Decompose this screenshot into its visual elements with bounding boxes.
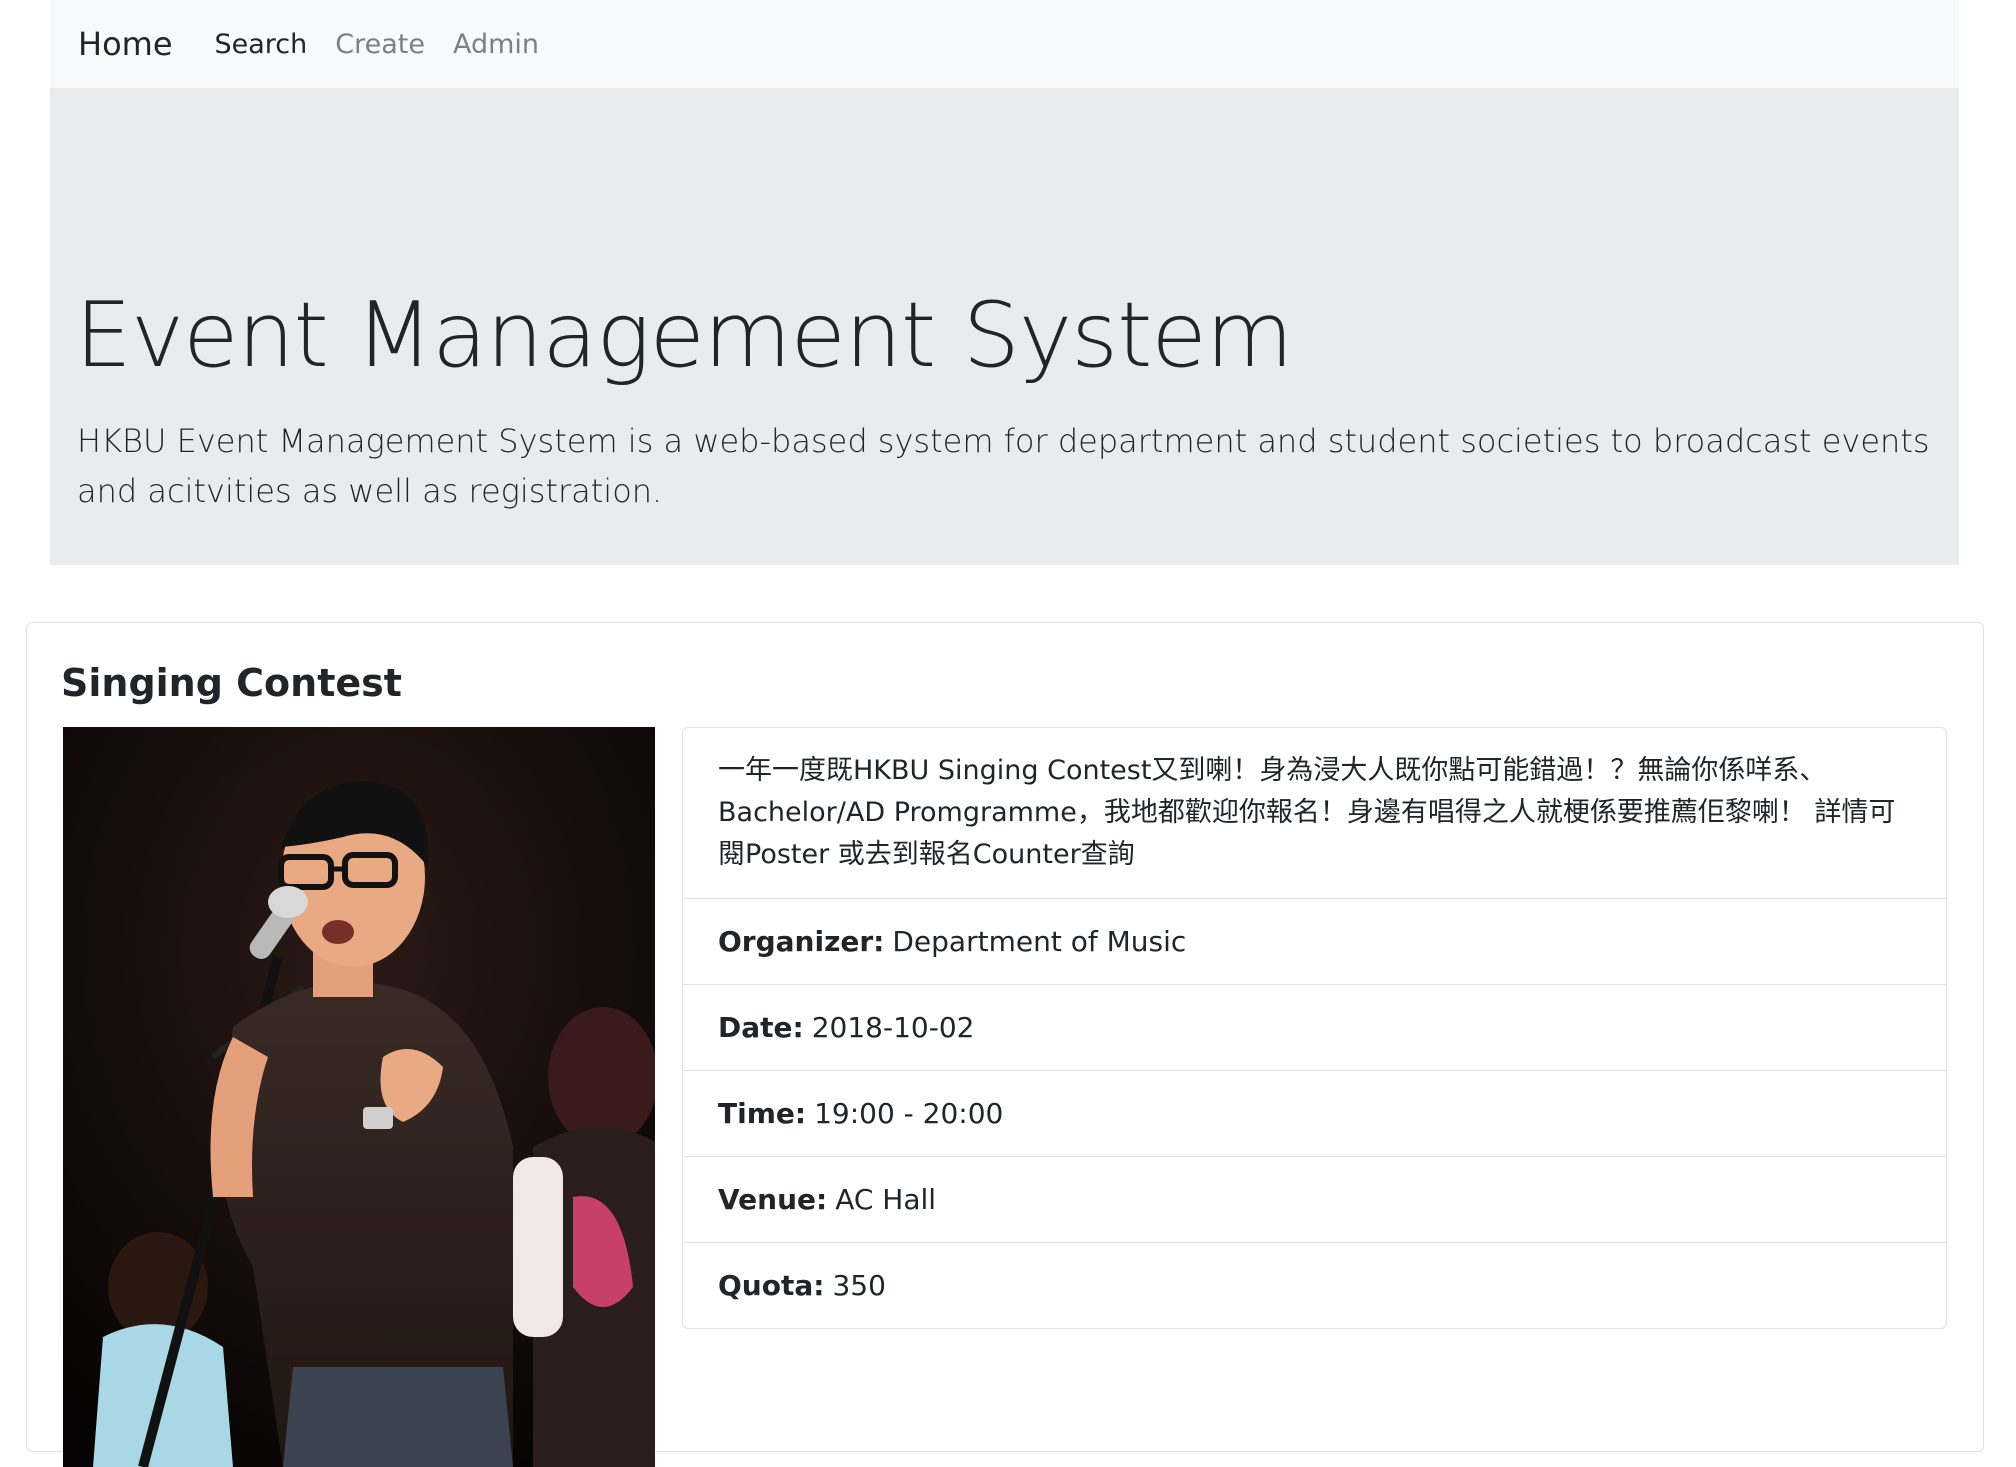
organizer-value: Department of Music xyxy=(892,925,1187,958)
venue-value: AC Hall xyxy=(835,1183,937,1216)
page-lead-text: HKBU Event Management System is a web-ba… xyxy=(77,422,1930,510)
singer-photo-illustration xyxy=(63,727,655,1467)
venue-label: Venue: xyxy=(718,1183,828,1216)
page-title: Event Management System xyxy=(75,283,1293,388)
organizer-label: Organizer: xyxy=(718,925,885,958)
event-card: Singing Contest 一年一度既HKBU Singing Contes… xyxy=(26,622,1984,1467)
jumbotron: Event Management System HKBU Event Manag… xyxy=(50,88,1959,565)
event-organizer: Organizer: Department of Music xyxy=(683,898,1946,984)
quota-label: Quota: xyxy=(718,1269,825,1302)
event-venue: Venue: AC Hall xyxy=(683,1156,1946,1242)
event-title: Singing Contest xyxy=(61,661,402,705)
nav-create-link[interactable]: Create xyxy=(335,29,425,60)
time-label: Time: xyxy=(718,1097,807,1130)
event-quota: Quota: 350 xyxy=(683,1242,1946,1328)
event-description: 一年一度既HKBU Singing Contest又到喇！身為浸大人既你點可能錯… xyxy=(718,755,1896,870)
top-navbar: Home Search Create Admin xyxy=(50,0,1959,88)
event-time: Time: 19:00 - 20:00 xyxy=(683,1070,1946,1156)
event-details-list: 一年一度既HKBU Singing Contest又到喇！身為浸大人既你點可能錯… xyxy=(682,727,1947,1329)
event-photo xyxy=(63,727,655,1467)
event-date: Date: 2018-10-02 xyxy=(683,984,1946,1070)
time-value: 19:00 - 20:00 xyxy=(814,1097,1004,1130)
date-label: Date: xyxy=(718,1011,804,1044)
nav-search-link[interactable]: Search xyxy=(215,29,308,60)
date-value: 2018-10-02 xyxy=(811,1011,975,1044)
nav-home-link[interactable]: Home xyxy=(78,25,173,63)
quota-value: 350 xyxy=(832,1269,886,1302)
nav-admin-link[interactable]: Admin xyxy=(453,29,539,60)
